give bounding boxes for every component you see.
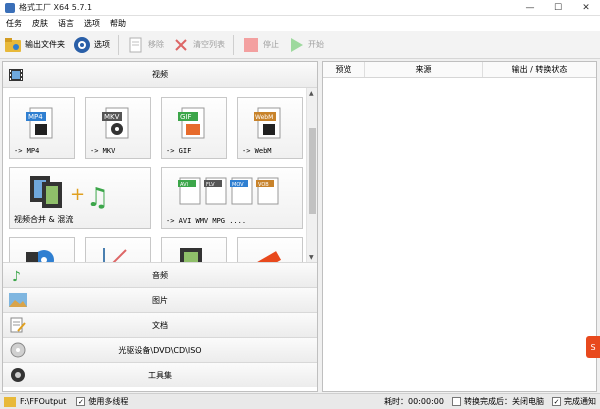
after-convert-checkbox[interactable]: [452, 397, 461, 406]
window-title: 格式工厂 X64 5.7.1: [19, 3, 93, 12]
svg-text:GIF: GIF: [180, 113, 192, 121]
start-button[interactable]: 开始: [283, 33, 328, 57]
window-controls: — ☐ ✕: [516, 0, 600, 16]
svg-text:VOB: VOB: [258, 182, 269, 188]
toolbox-icon: [9, 366, 27, 384]
scroll-down-icon[interactable]: ▼: [309, 254, 314, 261]
menu-help[interactable]: 帮助: [110, 18, 126, 29]
video-edit-icon: [180, 248, 202, 263]
category-panel: 视频 MP4 -> MP4 MKV -> MKV GIF -> GIF WebM…: [2, 61, 318, 392]
document-edit-icon: [9, 316, 27, 334]
options-button[interactable]: 选项: [69, 33, 114, 57]
svg-text:+: +: [70, 184, 85, 205]
menu-bar: 任务 皮肤 语言 选项 帮助: [0, 16, 600, 31]
remove-button[interactable]: 移除: [123, 33, 168, 57]
task-list-panel: 预览 来源 输出 / 转换状态: [322, 61, 597, 392]
menu-language[interactable]: 语言: [58, 18, 74, 29]
svg-text:♪: ♪: [12, 269, 21, 283]
tile-video-tool-1[interactable]: [9, 237, 75, 263]
clear-icon: [172, 36, 190, 54]
gif-file-icon: GIF: [178, 107, 205, 139]
music-note-icon: ♪: [9, 266, 27, 284]
svg-text:FLV: FLV: [206, 182, 215, 188]
disc-icon: [9, 341, 27, 359]
app-icon: [5, 2, 15, 13]
menu-task[interactable]: 任务: [6, 18, 22, 29]
task-table-header: 预览 来源 输出 / 转换状态: [323, 62, 596, 78]
tile-video-merge[interactable]: + ♫ 视频合并 & 混流: [9, 167, 151, 229]
status-bar: F:\FFOutput ✓ 使用多线程 耗时：00:00:00 转换完成后：关闭…: [0, 393, 600, 409]
category-audio[interactable]: ♪ 音频: [3, 262, 317, 287]
multithread-checkbox[interactable]: ✓: [76, 397, 86, 406]
stop-button[interactable]: 停止: [238, 33, 283, 57]
elapsed-time: 耗时：00:00:00: [384, 397, 444, 406]
settings-icon: [73, 36, 91, 54]
tile-mkv[interactable]: MKV -> MKV: [85, 97, 151, 159]
mp4-file-icon: MP4: [26, 107, 53, 139]
menu-options[interactable]: 选项: [84, 18, 100, 29]
title-bar: 格式工厂 X64 5.7.1 — ☐ ✕: [0, 0, 600, 16]
svg-text:MKV: MKV: [104, 113, 120, 121]
svg-text:AVI: AVI: [180, 182, 188, 188]
folder-icon: [4, 396, 16, 407]
output-path[interactable]: F:\FFOutput: [20, 397, 66, 406]
category-toolbox[interactable]: 工具集: [3, 362, 317, 387]
film-icon: [7, 66, 25, 84]
maximize-button[interactable]: ☐: [544, 0, 572, 16]
folder-icon: [4, 36, 22, 54]
svg-text:♫: ♫: [86, 183, 109, 213]
tile-avi-wmv-mpg[interactable]: AVI FLV MOV VOB -> AVI WMV MPG ....: [161, 167, 303, 229]
tile-mp4[interactable]: MP4 -> MP4: [9, 97, 75, 159]
eraser-icon: [256, 251, 282, 263]
webm-file-icon: WebM: [254, 107, 281, 139]
multi-format-icon: AVI FLV MOV VOB: [178, 177, 279, 205]
video-format-grid: MP4 -> MP4 MKV -> MKV GIF -> GIF WebM ->…: [9, 97, 305, 263]
scroll-up-icon[interactable]: ▲: [309, 90, 314, 97]
clear-list-button[interactable]: 清空列表: [168, 33, 229, 57]
grid-scrollbar[interactable]: ▲ ▼: [306, 88, 317, 263]
svg-text:MP4: MP4: [28, 113, 43, 121]
close-button[interactable]: ✕: [572, 0, 600, 16]
multithread-label: 使用多线程: [88, 397, 129, 406]
menu-skin[interactable]: 皮肤: [32, 18, 48, 29]
minimize-button[interactable]: —: [516, 0, 544, 16]
notify-label: 完成通知: [564, 397, 596, 406]
category-document[interactable]: 文档: [3, 312, 317, 337]
play-icon: [287, 36, 305, 54]
crop-icon: [103, 248, 127, 263]
film-reel-icon: [26, 250, 54, 263]
tile-webm[interactable]: WebM -> WebM: [237, 97, 303, 159]
output-folder-button[interactable]: 输出文件夹: [0, 33, 69, 57]
after-convert-label: 转换完成后：关闭电脑: [464, 397, 544, 406]
floating-promo-icon[interactable]: S: [586, 336, 600, 358]
column-preview[interactable]: 预览: [323, 62, 365, 77]
scroll-thumb[interactable]: [309, 128, 316, 214]
picture-icon: [9, 291, 27, 309]
category-image[interactable]: 图片: [3, 287, 317, 312]
tile-video-tool-3[interactable]: [161, 237, 227, 263]
category-video-header[interactable]: 视频: [3, 62, 317, 88]
tile-video-tool-4[interactable]: [237, 237, 303, 263]
toolbar: 输出文件夹 选项 移除 清空列表 停止 开始: [0, 31, 600, 59]
svg-text:MOV: MOV: [232, 182, 244, 188]
svg-text:WebM: WebM: [255, 114, 273, 121]
merge-music-icon: + ♫: [30, 176, 109, 213]
notify-checkbox[interactable]: ✓: [552, 397, 561, 406]
stop-icon: [242, 36, 260, 54]
toolbar-separator: [233, 34, 234, 55]
tile-video-tool-2[interactable]: [85, 237, 151, 263]
column-output-status[interactable]: 输出 / 转换状态: [483, 62, 596, 77]
column-source[interactable]: 来源: [365, 62, 483, 77]
toolbar-separator: [118, 34, 119, 55]
category-disc[interactable]: 光驱设备\DVD\CD\ISO: [3, 337, 317, 362]
mkv-file-icon: MKV: [102, 107, 129, 139]
document-icon: [127, 36, 145, 54]
tile-gif[interactable]: GIF -> GIF: [161, 97, 227, 159]
